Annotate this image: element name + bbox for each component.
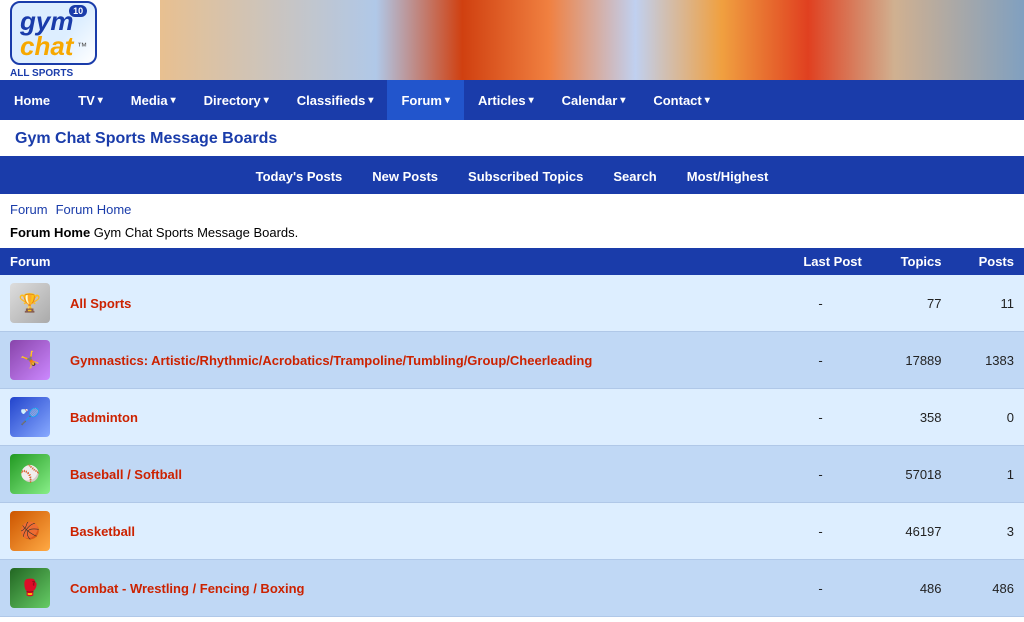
table-row: 🏀 Basketball -461973	[0, 503, 1024, 560]
posts-cell: 11	[952, 275, 1024, 332]
logo-box: 10 gym chat ™ ALL SPORTS	[10, 1, 97, 78]
nav-forum-arrow: ▾	[445, 95, 450, 106]
nav-media[interactable]: Media ▾	[117, 80, 190, 120]
nav-articles[interactable]: Articles ▾	[464, 80, 548, 120]
posts-cell: 1383	[952, 332, 1024, 389]
header-photo-collage	[160, 0, 1024, 80]
forum-icon-allsports: 🏆	[10, 283, 50, 323]
logo-allsports: ALL SPORTS	[10, 68, 97, 79]
col-last-post: Last Post	[769, 248, 872, 275]
breadcrumb-forum[interactable]: Forum	[10, 202, 48, 217]
forum-icon-cell: 🤸	[0, 332, 60, 389]
posts-cell: 1	[952, 446, 1024, 503]
forum-link[interactable]: Basketball	[70, 524, 135, 539]
nav-forum[interactable]: Forum ▾	[387, 80, 463, 120]
last-post-cell: -	[769, 389, 872, 446]
posts-cell: 3	[952, 503, 1024, 560]
table-row: 🏆 All Sports -7711	[0, 275, 1024, 332]
breadcrumb: Forum Forum Home	[0, 194, 1024, 221]
toolbar-new-posts[interactable]: New Posts	[372, 169, 438, 184]
nav-contact[interactable]: Contact ▾	[639, 80, 723, 120]
logo-area: 10 gym chat ™ ALL SPORTS	[0, 0, 160, 80]
main-nav: Home TV ▾ Media ▾ Directory ▾ Classified…	[0, 80, 1024, 120]
table-row: 🏸 Badminton -3580	[0, 389, 1024, 446]
forum-name-cell: Baseball / Softball	[60, 446, 769, 503]
header: 10 gym chat ™ ALL SPORTS	[0, 0, 1024, 80]
forum-link[interactable]: Combat - Wrestling / Fencing / Boxing	[70, 581, 305, 596]
topics-cell: 57018	[872, 446, 952, 503]
forum-table: Forum Last Post Topics Posts 🏆 All Sports…	[0, 248, 1024, 617]
last-post-cell: -	[769, 332, 872, 389]
posts-cell: 486	[952, 560, 1024, 617]
nav-calendar-arrow: ▾	[620, 95, 625, 106]
forum-icon-cell: 🏸	[0, 389, 60, 446]
forum-icon-badminton: 🏸	[10, 397, 50, 437]
table-row: ⚾ Baseball / Softball -570181	[0, 446, 1024, 503]
logo-tm: ™	[77, 42, 87, 53]
topics-cell: 46197	[872, 503, 952, 560]
toolbar-most-highest[interactable]: Most/Highest	[687, 169, 769, 184]
topics-cell: 486	[872, 560, 952, 617]
forum-link[interactable]: Gymnastics: Artistic/Rhythmic/Acrobatics…	[70, 353, 592, 368]
forum-name-cell: Combat - Wrestling / Fencing / Boxing	[60, 560, 769, 617]
topics-cell: 358	[872, 389, 952, 446]
forum-icon-combat: 🥊	[10, 568, 50, 608]
forum-icon-basketball: 🏀	[10, 511, 50, 551]
forum-icon-gymnastics: 🤸	[10, 340, 50, 380]
forum-icon-cell: 🥊	[0, 560, 60, 617]
forum-icon-baseball: ⚾	[10, 454, 50, 494]
nav-classifieds[interactable]: Classifieds ▾	[283, 80, 388, 120]
toolbar-todays-posts[interactable]: Today's Posts	[256, 169, 343, 184]
last-post-cell: -	[769, 503, 872, 560]
breadcrumb-forum-home[interactable]: Forum Home	[56, 202, 132, 217]
nav-articles-arrow: ▾	[529, 95, 534, 106]
page-title-bar: Gym Chat Sports Message Boards	[0, 120, 1024, 158]
nav-calendar[interactable]: Calendar ▾	[548, 80, 640, 120]
topics-cell: 17889	[872, 332, 952, 389]
forum-home-label: Forum Home Gym Chat Sports Message Board…	[0, 221, 1024, 248]
posts-cell: 0	[952, 389, 1024, 446]
page-title: Gym Chat Sports Message Boards	[15, 130, 277, 147]
nav-home[interactable]: Home	[0, 80, 64, 120]
col-forum: Forum	[0, 248, 769, 275]
nav-media-arrow: ▾	[171, 95, 176, 106]
last-post-cell: -	[769, 446, 872, 503]
table-row: 🥊Combat - Wrestling / Fencing / Boxing-4…	[0, 560, 1024, 617]
nav-contact-arrow: ▾	[705, 95, 710, 106]
col-topics: Topics	[872, 248, 952, 275]
last-post-cell: -	[769, 560, 872, 617]
forum-name-cell: Badminton	[60, 389, 769, 446]
topics-cell: 77	[872, 275, 952, 332]
forum-name-cell: Gymnastics: Artistic/Rhythmic/Acrobatics…	[60, 332, 769, 389]
header-banner	[160, 0, 1024, 80]
forum-link[interactable]: Baseball / Softball	[70, 467, 182, 482]
forum-icon-cell: 🏆	[0, 275, 60, 332]
nav-directory-arrow: ▾	[264, 95, 269, 106]
nav-classifieds-arrow: ▾	[368, 95, 373, 106]
forum-icon-cell: ⚾	[0, 446, 60, 503]
toolbar-search[interactable]: Search	[613, 169, 656, 184]
last-post-cell: -	[769, 275, 872, 332]
forum-link[interactable]: Badminton	[70, 410, 138, 425]
table-header-row: Forum Last Post Topics Posts	[0, 248, 1024, 275]
forum-name-cell: Basketball	[60, 503, 769, 560]
logo-badge: 10	[69, 5, 87, 17]
logo-chat: chat	[20, 31, 73, 61]
col-posts: Posts	[952, 248, 1024, 275]
table-row: 🤸 Gymnastics: Artistic/Rhythmic/Acrobatic…	[0, 332, 1024, 389]
nav-tv[interactable]: TV ▾	[64, 80, 117, 120]
forum-icon-cell: 🏀	[0, 503, 60, 560]
toolbar-subscribed-topics[interactable]: Subscribed Topics	[468, 169, 583, 184]
forum-toolbar: Today's Posts New Posts Subscribed Topic…	[0, 158, 1024, 194]
forum-name-cell: All Sports	[60, 275, 769, 332]
forum-link[interactable]: All Sports	[70, 296, 131, 311]
nav-tv-arrow: ▾	[98, 95, 103, 106]
nav-directory[interactable]: Directory ▾	[190, 80, 283, 120]
